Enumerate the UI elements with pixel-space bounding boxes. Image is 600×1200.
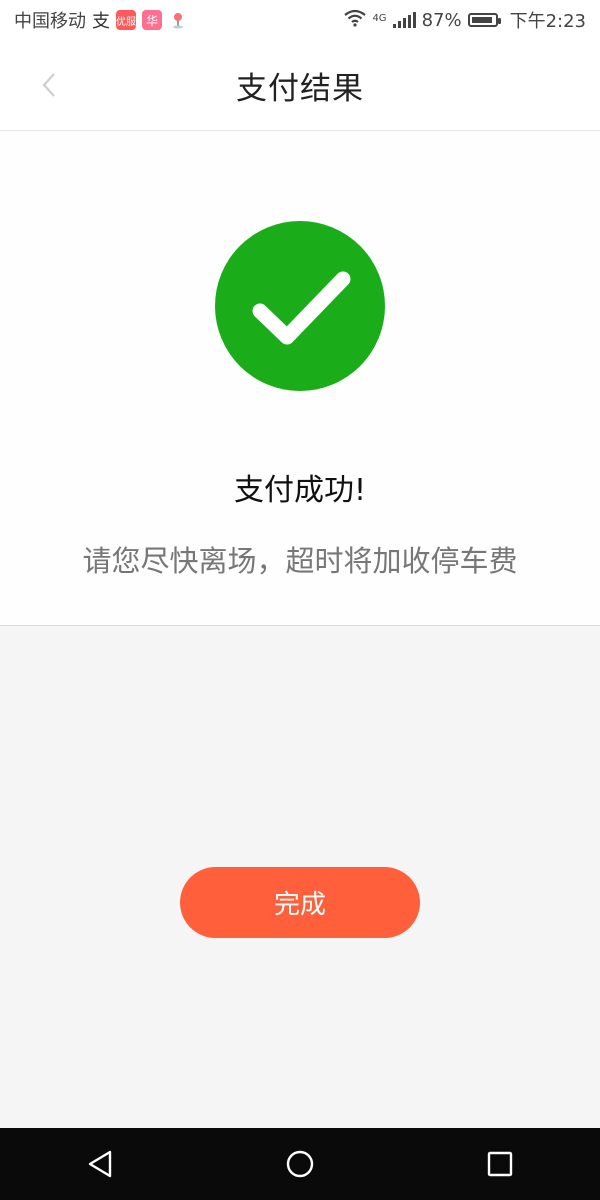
page-title: 支付结果 <box>236 70 364 107</box>
chevron-left-icon <box>42 73 55 97</box>
system-home-button[interactable] <box>270 1134 330 1194</box>
result-subtitle: 请您尽快离场，超时将加收停车费 <box>82 544 518 578</box>
status-bar-right: 4G 87% 下午2:23 <box>344 7 586 33</box>
done-button[interactable]: 完成 <box>180 867 420 938</box>
navigation-bar: 支付结果 <box>0 40 600 131</box>
triangle-back-icon <box>88 1150 112 1178</box>
carrier-label: 中国移动 <box>14 11 86 32</box>
alipay-notification-icon: 支 <box>92 11 110 32</box>
square-recents-icon <box>487 1151 513 1177</box>
location-notification-icon <box>168 10 188 30</box>
system-navigation-bar <box>0 1128 600 1200</box>
battery-percent-label: 87% <box>421 9 462 31</box>
clock-label: 下午2:23 <box>509 11 586 32</box>
battery-icon <box>467 13 501 27</box>
back-button[interactable] <box>34 70 64 100</box>
status-bar-left: 中国移动 支 优服 华 <box>14 7 188 33</box>
circle-home-icon <box>286 1150 314 1178</box>
network-type-label: 4G <box>372 13 387 24</box>
check-circle-icon <box>215 221 385 391</box>
result-title: 支付成功! <box>233 473 367 508</box>
system-back-button[interactable] <box>70 1134 130 1194</box>
wifi-icon <box>344 9 367 31</box>
signal-strength-icon <box>392 12 416 28</box>
huawei-notification-icon: 华 <box>142 10 162 30</box>
system-recents-button[interactable] <box>470 1134 530 1194</box>
payment-result-card: 支付成功! 请您尽快离场，超时将加收停车费 <box>0 131 600 626</box>
app-notification-icon: 优服 <box>116 10 136 30</box>
status-bar: 中国移动 支 优服 华 4G 87% 下午2:23 <box>0 0 600 40</box>
